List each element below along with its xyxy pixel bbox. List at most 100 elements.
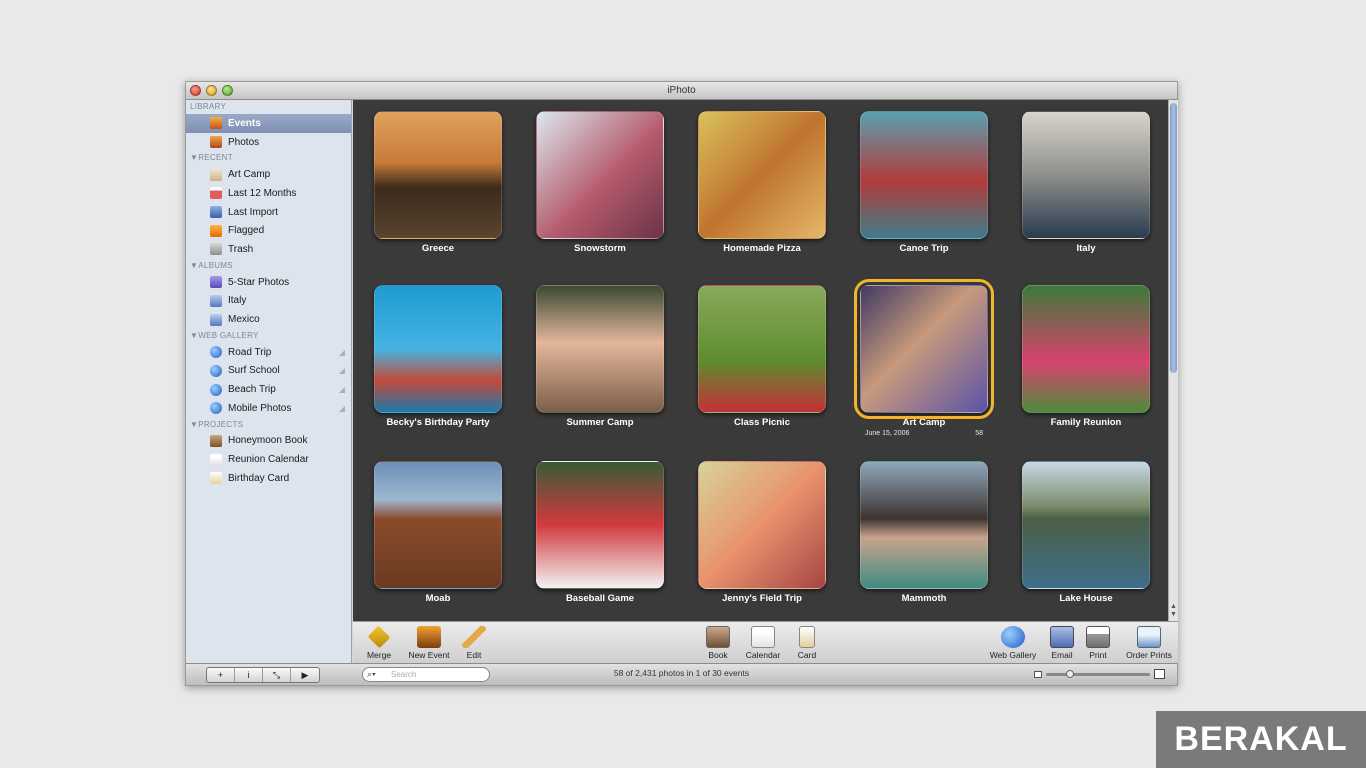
order-prints-button[interactable]: Order Prints bbox=[1121, 626, 1177, 660]
close-window-button[interactable] bbox=[190, 85, 201, 96]
print-button[interactable]: Print bbox=[1083, 626, 1113, 660]
sidebar-item-art-camp[interactable]: Art Camp bbox=[186, 165, 351, 184]
event-title[interactable]: Summer Camp bbox=[535, 417, 665, 428]
sidebar-item-last-12-months[interactable]: Last 12 Months bbox=[186, 184, 351, 203]
event-title[interactable]: Jenny's Field Trip bbox=[697, 593, 827, 604]
sidebar-section-heading[interactable]: ▼WEB GALLERY bbox=[186, 329, 351, 343]
event-title[interactable]: Mammoth bbox=[859, 593, 989, 604]
sidebar-item-birthday-card[interactable]: Birthday Card bbox=[186, 469, 351, 488]
sidebar-item-5-star-photos[interactable]: 5-Star Photos bbox=[186, 273, 351, 292]
sidebar-item-mobile-photos[interactable]: Mobile Photos ◢ bbox=[186, 399, 351, 418]
event-tile[interactable]: Becky's Birthday Party bbox=[373, 285, 503, 428]
event-tile[interactable]: Jenny's Field Trip bbox=[697, 461, 827, 604]
event-key-photo[interactable] bbox=[1022, 285, 1150, 413]
event-title[interactable]: Italy bbox=[1021, 243, 1151, 254]
vertical-scrollbar[interactable]: ▲ ▼ bbox=[1168, 100, 1178, 621]
web-gallery-button[interactable]: Web Gallery bbox=[985, 626, 1041, 660]
merge-button[interactable]: Merge bbox=[359, 625, 399, 660]
scrollbar-thumb[interactable] bbox=[1170, 103, 1177, 373]
new-event-button[interactable]: New Event bbox=[405, 626, 453, 660]
email-button[interactable]: Email bbox=[1047, 626, 1077, 660]
sidebar-section-heading[interactable]: ▼RECENT bbox=[186, 151, 351, 165]
sidebar-item-label: Surf School bbox=[228, 365, 280, 377]
event-title[interactable]: Lake House bbox=[1021, 593, 1151, 604]
sidebar-item-honeymoon-book[interactable]: Honeymoon Book bbox=[186, 432, 351, 451]
event-tile[interactable]: Canoe Trip bbox=[859, 111, 989, 254]
book-button[interactable]: Book bbox=[703, 626, 733, 660]
sidebar-item-label: Photos bbox=[228, 136, 260, 148]
event-tile[interactable]: Snowstorm bbox=[535, 111, 665, 254]
sidebar-section-heading[interactable]: LIBRARY bbox=[186, 100, 351, 114]
event-title[interactable]: Class Picnic bbox=[697, 417, 827, 428]
published-icon: ◢ bbox=[338, 347, 345, 357]
card-button[interactable]: Card bbox=[792, 626, 822, 660]
sidebar-item-photos[interactable]: Photos bbox=[186, 133, 351, 152]
event-title[interactable]: Becky's Birthday Party bbox=[373, 417, 503, 428]
event-title[interactable]: Homemade Pizza bbox=[697, 243, 827, 254]
sidebar-section-heading[interactable]: ▼ALBUMS bbox=[186, 259, 351, 273]
event-key-photo[interactable] bbox=[374, 111, 502, 239]
scroll-arrows[interactable]: ▲ ▼ bbox=[1170, 603, 1177, 619]
zoom-slider-knob[interactable] bbox=[1066, 669, 1074, 678]
sidebar-item-italy[interactable]: Italy bbox=[186, 292, 351, 311]
event-key-photo[interactable] bbox=[698, 111, 826, 239]
event-photo-count: 58 bbox=[975, 430, 983, 437]
calendar-icon bbox=[210, 187, 222, 200]
event-key-photo[interactable] bbox=[698, 461, 826, 589]
sidebar-item-label: Mobile Photos bbox=[228, 402, 292, 414]
sidebar-section-heading[interactable]: ▼PROJECTS bbox=[186, 418, 351, 432]
minimize-window-button[interactable] bbox=[206, 85, 217, 96]
event-tile[interactable]: Class Picnic bbox=[697, 285, 827, 428]
edit-button[interactable]: Edit bbox=[459, 626, 489, 660]
event-key-photo[interactable] bbox=[860, 111, 988, 239]
event-key-photo[interactable] bbox=[698, 285, 826, 413]
event-key-photo[interactable] bbox=[860, 461, 988, 589]
title-bar[interactable]: iPhoto bbox=[186, 82, 1177, 100]
event-tile[interactable]: Italy bbox=[1021, 111, 1151, 254]
zoom-slider-track[interactable] bbox=[1046, 669, 1150, 678]
event-tile[interactable]: Homemade Pizza bbox=[697, 111, 827, 254]
event-tile[interactable]: Baseball Game bbox=[535, 461, 665, 604]
zoom-window-button[interactable] bbox=[222, 85, 233, 96]
event-tile[interactable]: Art Camp June 15, 2006 58 bbox=[854, 279, 994, 437]
sidebar-item-label: Honeymoon Book bbox=[228, 435, 308, 447]
event-key-photo[interactable] bbox=[854, 279, 994, 419]
event-key-photo[interactable] bbox=[374, 461, 502, 589]
event-title[interactable]: Greece bbox=[373, 243, 503, 254]
event-key-photo[interactable] bbox=[374, 285, 502, 413]
event-tile[interactable]: Greece bbox=[373, 111, 503, 254]
sidebar-item-events[interactable]: Events bbox=[186, 114, 351, 133]
sidebar-item-label: Trash bbox=[228, 243, 254, 255]
event-title[interactable]: Baseball Game bbox=[535, 593, 665, 604]
event-title[interactable]: Moab bbox=[373, 593, 503, 604]
event-tile[interactable]: Moab bbox=[373, 461, 503, 604]
events-icon bbox=[210, 117, 222, 130]
sidebar-item-last-import[interactable]: Last Import bbox=[186, 203, 351, 222]
event-tile[interactable]: Mammoth bbox=[859, 461, 989, 604]
calendar-button[interactable]: Calendar bbox=[741, 626, 785, 660]
event-key-photo[interactable] bbox=[1022, 461, 1150, 589]
event-title[interactable]: Art Camp bbox=[859, 417, 989, 428]
event-key-photo[interactable] bbox=[536, 111, 664, 239]
sidebar-item-flagged[interactable]: Flagged bbox=[186, 221, 351, 240]
book-icon bbox=[210, 434, 222, 447]
event-tile[interactable]: Lake House bbox=[1021, 461, 1151, 604]
event-tile[interactable]: Family Reunion bbox=[1021, 285, 1151, 428]
event-key-photo[interactable] bbox=[1022, 111, 1150, 239]
zoom-slider[interactable] bbox=[1034, 669, 1165, 679]
merge-icon bbox=[367, 625, 391, 649]
published-icon: ◢ bbox=[338, 385, 345, 395]
sidebar-item-road-trip[interactable]: Road Trip ◢ bbox=[186, 343, 351, 362]
event-key-photo[interactable] bbox=[536, 461, 664, 589]
event-key-photo[interactable] bbox=[536, 285, 664, 413]
sidebar-item-beach-trip[interactable]: Beach Trip ◢ bbox=[186, 380, 351, 399]
sidebar-item-surf-school[interactable]: Surf School ◢ bbox=[186, 362, 351, 381]
sidebar-item-label: Art Camp bbox=[228, 169, 271, 181]
event-title[interactable]: Canoe Trip bbox=[859, 243, 989, 254]
sidebar-item-mexico[interactable]: Mexico bbox=[186, 310, 351, 329]
event-title[interactable]: Family Reunion bbox=[1021, 417, 1151, 428]
event-tile[interactable]: Summer Camp bbox=[535, 285, 665, 428]
sidebar-item-trash[interactable]: Trash bbox=[186, 240, 351, 259]
event-title[interactable]: Snowstorm bbox=[535, 243, 665, 254]
sidebar-item-reunion-calendar[interactable]: Reunion Calendar bbox=[186, 450, 351, 469]
